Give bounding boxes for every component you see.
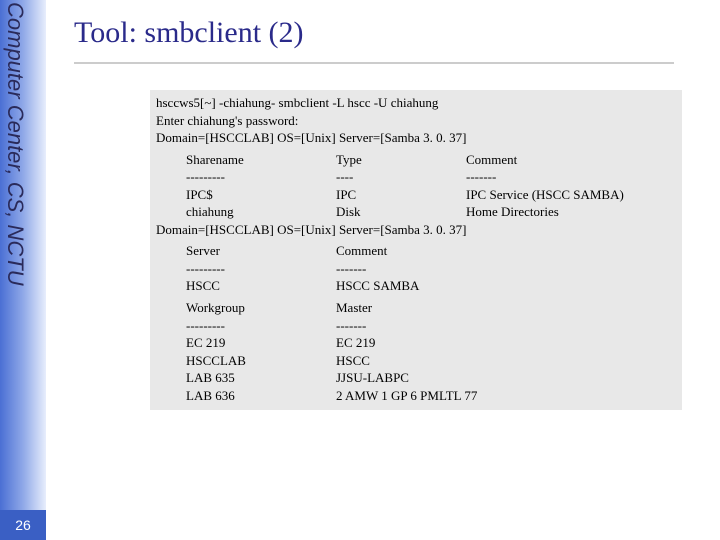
terminal-line: Domain=[HSCCLAB] OS=[Unix] Server=[Samba… — [156, 129, 676, 147]
server-header: Server Comment — [186, 242, 676, 260]
workgroup-divider: --------- ------- — [186, 317, 676, 335]
workgroup-header: Workgroup Master — [186, 299, 676, 317]
share-footer: Domain=[HSCCLAB] OS=[Unix] Server=[Samba… — [156, 221, 676, 239]
table-row: IPC$ IPC IPC Service (HSCC SAMBA) — [186, 186, 676, 204]
table-row: HSCCLAB HSCC — [186, 352, 676, 370]
terminal-line: Enter chiahung's password: — [156, 112, 676, 130]
table-row: chiahung Disk Home Directories — [186, 203, 676, 221]
sidebar-label: Computer Center, CS, NCTU — [2, 2, 28, 286]
terminal-line: hsccws5[~] -chiahung- smbclient -L hscc … — [156, 94, 676, 112]
table-row: LAB 635 JJSU-LABPC — [186, 369, 676, 387]
sidebar-gradient: Computer Center, CS, NCTU — [0, 0, 46, 540]
table-row: LAB 636 2 AMW 1 GP 6 PMLTL 77 — [186, 387, 676, 405]
share-header: Sharename Type Comment — [186, 151, 676, 169]
table-row: EC 219 EC 219 — [186, 334, 676, 352]
server-divider: --------- ------- — [186, 260, 676, 278]
table-row: HSCC HSCC SAMBA — [186, 277, 676, 295]
title-underline — [74, 62, 674, 64]
terminal-output: hsccws5[~] -chiahung- smbclient -L hscc … — [150, 90, 682, 410]
share-divider: --------- ---- ------- — [186, 168, 676, 186]
page-title: Tool: smbclient (2) — [74, 16, 304, 50]
page-number: 26 — [0, 510, 46, 540]
